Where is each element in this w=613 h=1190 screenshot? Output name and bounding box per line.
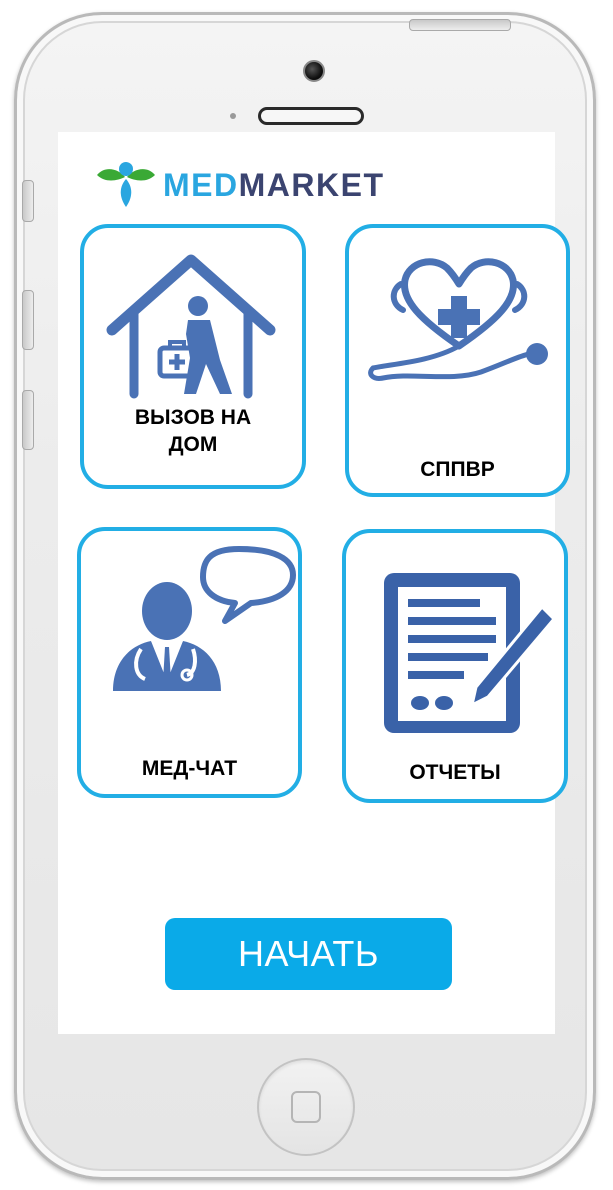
medmarket-logo: MEDMARKET [95,160,384,210]
mute-switch [22,180,34,222]
home-button[interactable] [257,1058,355,1156]
tile-med-chat-label: МЕД-ЧАТ [141,757,238,780]
tile-sppvr[interactable]: СППВР [345,224,570,497]
front-camera-icon [303,60,325,82]
house-call-icon [106,254,276,399]
doctor-chat-icon [113,546,296,691]
logo-text-market: MARKET [238,166,385,203]
medmarket-logo-icon [97,162,155,207]
tile-sppvr-label: СППВР [420,458,495,481]
tile-house-call-label-line2: ДОМ [168,433,218,456]
report-document-icon [384,573,556,733]
logo-text-med: MED [163,166,239,203]
tile-med-chat[interactable]: МЕД-ЧАТ [77,527,302,798]
volume-up-button [22,290,34,350]
tile-reports-label: ОТЧЕТЫ [409,761,501,784]
tile-house-call-label-line1: ВЫЗОВ НА [134,406,252,429]
power-button [409,19,511,31]
tile-house-call[interactable]: ВЫЗОВ НА ДОМ [80,224,306,489]
tile-house-call-label: ВЫЗОВ НА ДОМ [84,404,302,458]
home-square-icon [291,1091,321,1123]
start-button[interactable]: НАЧАТЬ [165,918,452,990]
proximity-sensor [230,113,236,119]
volume-down-button [22,390,34,450]
earpiece-speaker [258,107,364,125]
stethoscope-heart-icon [368,258,548,381]
tile-reports[interactable]: ОТЧЕТЫ [342,529,568,803]
